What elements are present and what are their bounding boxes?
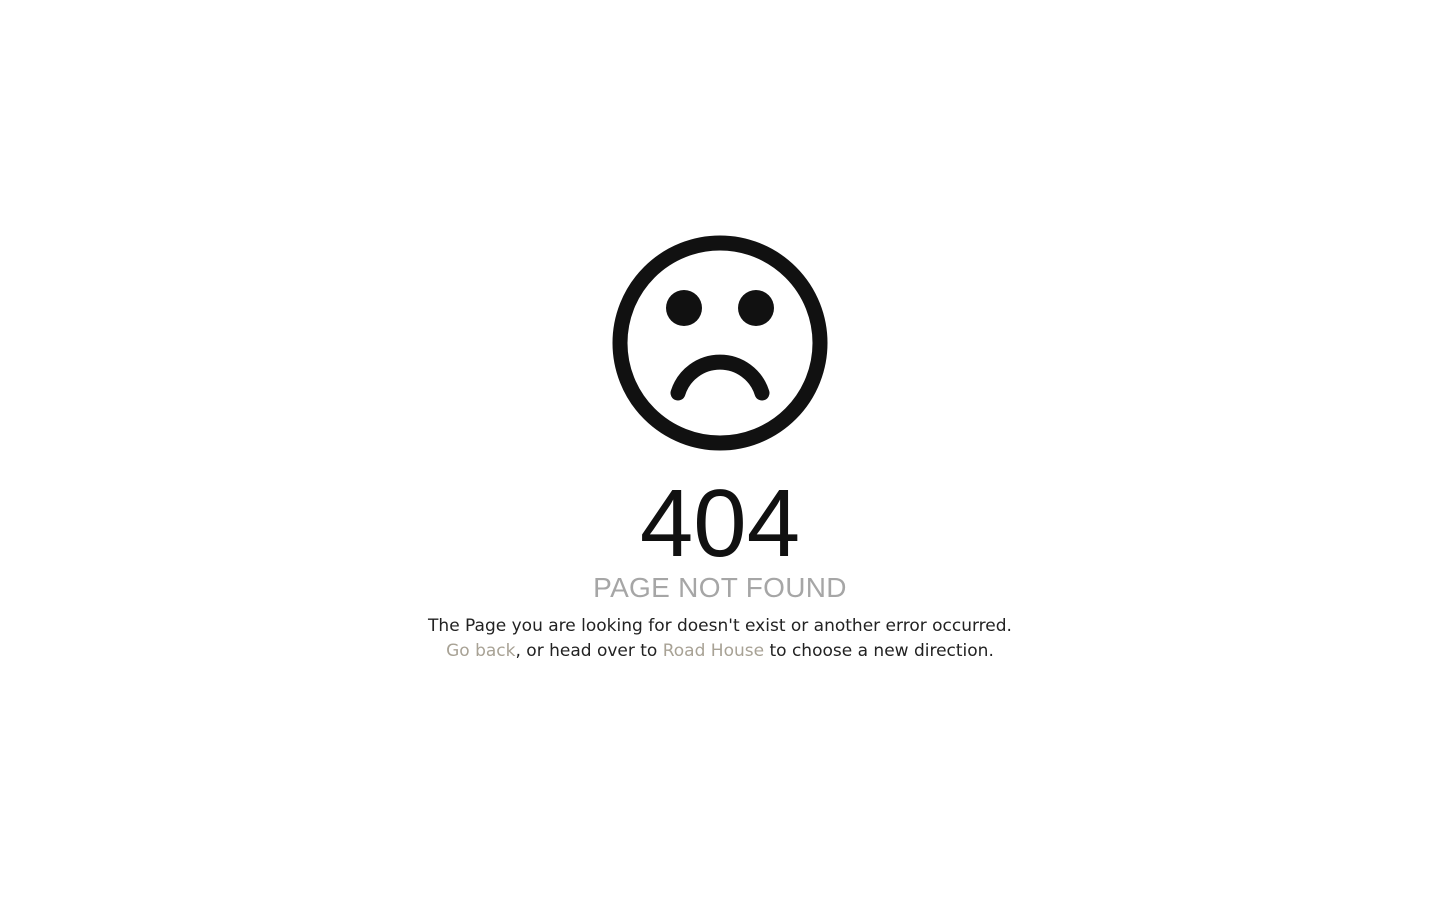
road-house-link[interactable]: Road House xyxy=(663,641,764,661)
go-back-link[interactable]: Go back xyxy=(446,641,515,661)
navigation-hint: Go back, or head over to Road House to c… xyxy=(0,639,1440,663)
navigation-hint-middle: , or head over to xyxy=(515,641,658,661)
navigation-hint-suffix: to choose a new direction. xyxy=(769,641,994,661)
page-title: PAGE NOT FOUND xyxy=(593,572,847,603)
error-code: 404 xyxy=(639,470,801,577)
error-page: 404 PAGE NOT FOUND The Page you are look… xyxy=(0,0,1440,900)
error-message: The Page you are looking for doesn't exi… xyxy=(428,616,1012,636)
sad-face-icon xyxy=(612,235,828,451)
